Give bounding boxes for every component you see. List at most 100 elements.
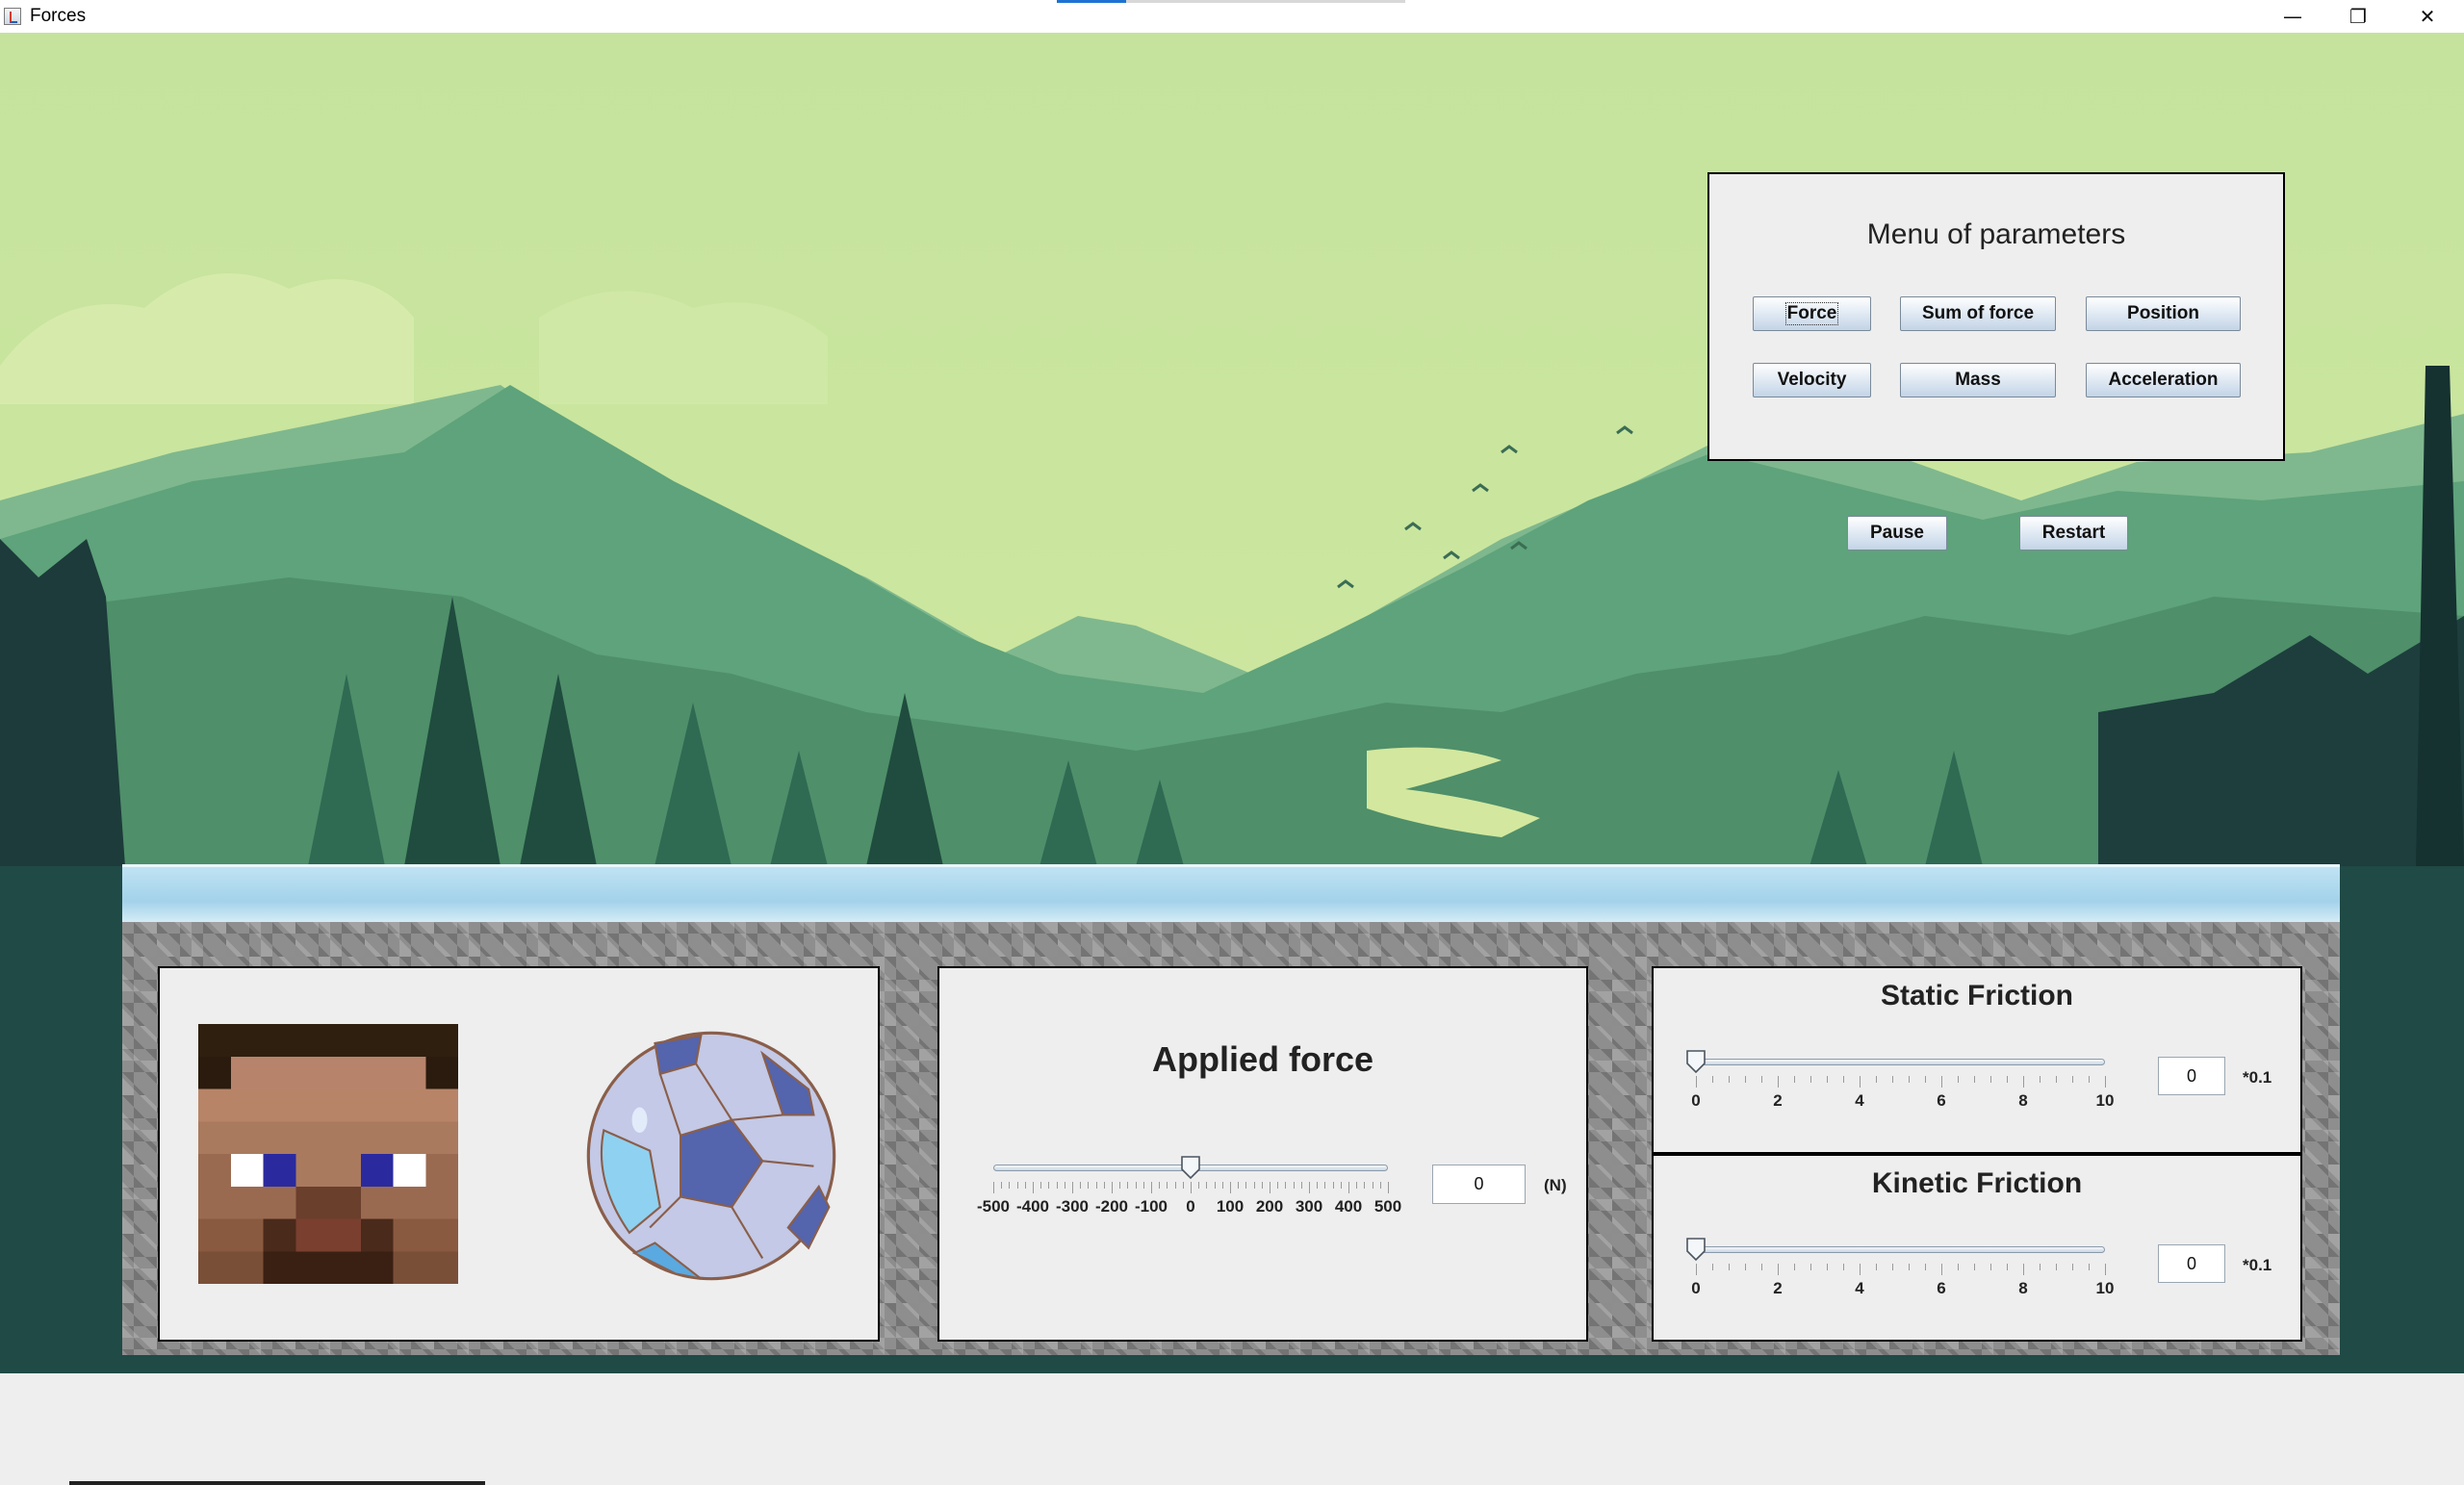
slider-tick-label: 8 (2018, 1279, 2028, 1297)
velocity-button[interactable]: Velocity (1753, 363, 1871, 397)
force-button[interactable]: Force (1753, 296, 1871, 331)
slider-tick (1159, 1182, 1161, 1189)
slider-tick (1909, 1076, 1910, 1083)
slider-thumb-icon[interactable] (1180, 1155, 1201, 1180)
slider-tick (1745, 1264, 1746, 1270)
slider-tick-label: 6 (1937, 1091, 1946, 1110)
static-friction-unit: *0.1 (2243, 1068, 2272, 1087)
slider-tick (2089, 1076, 2090, 1083)
java-app-icon (4, 8, 21, 25)
slider-tick (1332, 1182, 1334, 1189)
slider-tick (1309, 1182, 1310, 1193)
slider-tick-label: 200 (1255, 1197, 1284, 1216)
slider-tick (1860, 1076, 1861, 1088)
slider-tick (1300, 1182, 1302, 1189)
slider-tick-label: 0 (1691, 1279, 1701, 1297)
slider-tick (1761, 1264, 1762, 1270)
applied-force-field[interactable]: 0 (1432, 1165, 1526, 1204)
position-button[interactable]: Position (2086, 296, 2241, 331)
slider-tick (1214, 1182, 1216, 1189)
soccer-ball-icon (586, 1031, 836, 1281)
applied-force-unit: (N) (1544, 1176, 1567, 1194)
slider-tick-label: 0 (1186, 1197, 1195, 1216)
slider-track[interactable] (1696, 1059, 2105, 1065)
slider-tick (1127, 1182, 1129, 1189)
slider-tick (1778, 1076, 1779, 1088)
slider-thumb-icon[interactable] (1685, 1049, 1707, 1074)
slider-tick (1941, 1264, 1942, 1275)
close-icon[interactable]: ✕ (2395, 0, 2460, 33)
slider-tick (1056, 1182, 1058, 1189)
slider-tick (1348, 1182, 1349, 1193)
sum-of-force-button[interactable]: Sum of force (1900, 296, 2056, 331)
slider-tick (1009, 1182, 1011, 1189)
applied-force-title: Applied force (1151, 1039, 1374, 1079)
slider-tick (1696, 1264, 1697, 1275)
slider-tick (1876, 1076, 1877, 1083)
slider-tick-label: -100 (1134, 1197, 1168, 1216)
slider-tick (1324, 1182, 1326, 1189)
slider-tick (1206, 1182, 1208, 1189)
minimize-icon[interactable]: — (2260, 0, 2325, 33)
slider-tick (1238, 1182, 1240, 1189)
slider-tick (1990, 1264, 1991, 1270)
slider-tick (2056, 1076, 2057, 1083)
slider-tick (1958, 1076, 1959, 1083)
restart-button[interactable]: Restart (2019, 516, 2128, 550)
slider-tick (1925, 1076, 1926, 1083)
force-button-label: Force (1784, 302, 1839, 325)
slider-tick (1119, 1182, 1121, 1189)
slider-tick-label: 500 (1373, 1197, 1402, 1216)
slider-tick (1016, 1182, 1018, 1189)
slider-tick (1033, 1182, 1034, 1193)
slider-tick (2072, 1264, 2073, 1270)
slider-tick (1135, 1182, 1137, 1189)
title-progress-accent (1057, 0, 1126, 3)
slider-tick (1253, 1182, 1255, 1189)
status-indicator-line (69, 1481, 485, 1485)
slider-thumb-icon[interactable] (1685, 1237, 1707, 1262)
slider-tick (1151, 1182, 1152, 1193)
slider-tick (1001, 1182, 1003, 1189)
slider-tick (1285, 1182, 1287, 1189)
slider-tick (2023, 1076, 2024, 1088)
slider-tick (1794, 1264, 1795, 1270)
slider-tick-label: 6 (1937, 1279, 1946, 1297)
static-friction-slider[interactable]: 0 2 4 6 8 10 (1686, 1050, 2115, 1132)
slider-tick-label: -500 (976, 1197, 1011, 1216)
slider-tick-label: 10 (2095, 1091, 2115, 1110)
slider-tick (1712, 1264, 1713, 1270)
slider-tick-label: 8 (2018, 1091, 2028, 1110)
kinetic-friction-field[interactable]: 0 (2158, 1244, 2225, 1283)
slider-tick (1167, 1182, 1168, 1189)
slider-tick (993, 1182, 994, 1193)
parameters-menu-panel: Menu of parameters Force Sum of force Po… (1707, 172, 2285, 461)
slider-tick-label: 2 (1773, 1279, 1783, 1297)
slider-tick (1080, 1182, 1082, 1189)
slider-tick (1827, 1076, 1828, 1083)
slider-tick (1909, 1264, 1910, 1270)
applied-force-slider[interactable]: -500 -400 -300 -200 -100 0 100 200 300 400 500 (977, 1156, 1401, 1238)
slider-tick (1925, 1264, 1926, 1270)
slider-tick (2089, 1264, 2090, 1270)
maximize-icon[interactable]: ❐ (2325, 0, 2391, 33)
mass-button[interactable]: Mass (1900, 363, 2056, 397)
slider-tick (1293, 1182, 1295, 1189)
slider-track[interactable] (1696, 1246, 2105, 1253)
slider-tick (2023, 1264, 2024, 1275)
acceleration-button[interactable]: Acceleration (2086, 363, 2241, 397)
kinetic-friction-slider[interactable]: 0 2 4 6 8 10 (1686, 1238, 2115, 1319)
slider-tick (1794, 1076, 1795, 1083)
slider-tick (1340, 1182, 1342, 1189)
slider-tick (1245, 1182, 1247, 1189)
slider-tick (2105, 1264, 2106, 1275)
slider-tick-label: 10 (2095, 1279, 2115, 1297)
slider-tick (1230, 1182, 1231, 1193)
slider-tick (1388, 1182, 1389, 1193)
slider-tick-label: 100 (1216, 1197, 1245, 1216)
pause-button[interactable]: Pause (1847, 516, 1947, 550)
static-friction-field[interactable]: 0 (2158, 1057, 2225, 1095)
slider-tick (1040, 1182, 1042, 1189)
slider-tick (1860, 1264, 1861, 1275)
slider-tick-label: 2 (1773, 1091, 1783, 1110)
